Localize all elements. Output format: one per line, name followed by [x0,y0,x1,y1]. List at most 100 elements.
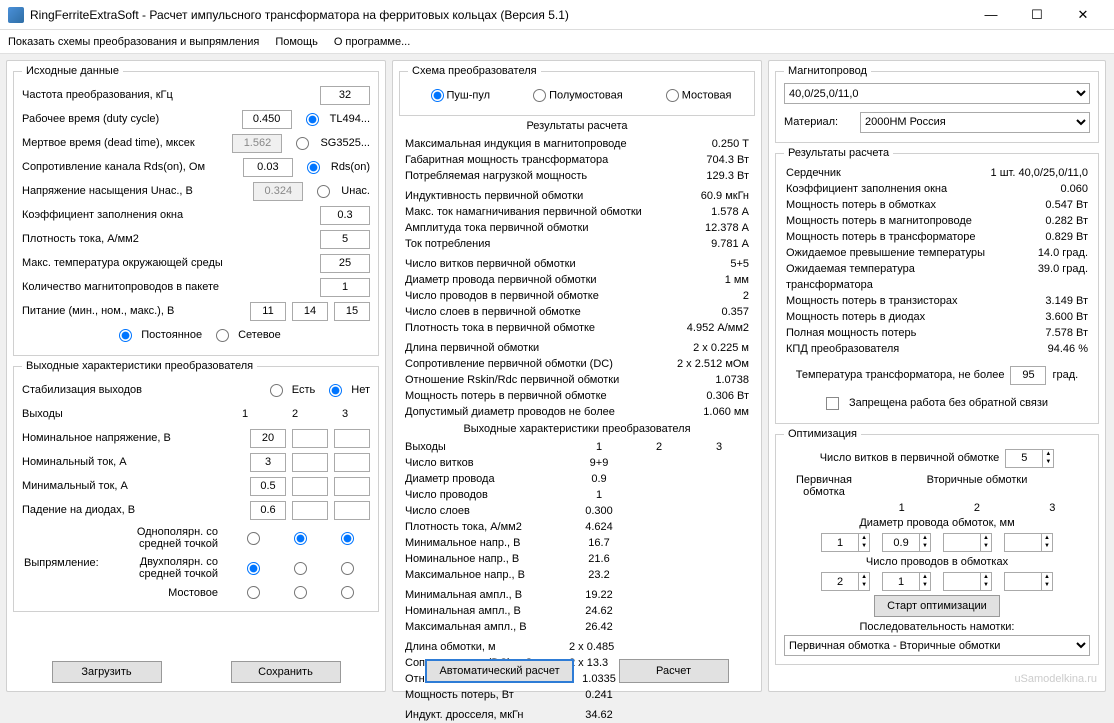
rect1-2[interactable] [294,532,307,545]
dead-radio-sg3525[interactable] [296,137,309,150]
usat-label: Напряжение насыщения Uнас., В [22,185,247,197]
menu-schemes[interactable]: Показать схемы преобразования и выпрямле… [8,36,259,48]
n0-spin[interactable]: ▲▼ [821,572,870,591]
tmax-label: Макс. температура окружающей среды [22,257,314,269]
save-button[interactable]: Сохранить [231,661,341,683]
maximize-button[interactable]: ☐ [1014,0,1060,30]
duty-radio-tl494[interactable] [306,113,319,126]
calc-button[interactable]: Расчет [619,659,729,683]
right-panel: Магнитопровод 40,0/25,0/11,0 Материал:20… [768,60,1106,692]
pmin-input[interactable] [250,302,286,321]
vnom2-input[interactable] [292,429,328,448]
rds-input[interactable] [243,158,293,177]
left-panel: Исходные данные Частота преобразования, … [6,60,386,692]
ptype-dc-radio[interactable] [119,329,132,342]
tmax-input[interactable] [320,254,370,273]
inom1-input[interactable] [250,453,286,472]
outs-label: Выходы [22,408,214,420]
start-opt-button[interactable]: Старт оптимизации [874,595,1000,617]
vdrop2-input[interactable] [292,501,328,520]
scheme-halfbridge[interactable] [533,89,546,102]
vnom3-input[interactable] [334,429,370,448]
vdrop3-input[interactable] [334,501,370,520]
rect3-2[interactable] [294,586,307,599]
ncore-input[interactable] [320,278,370,297]
rect2-3[interactable] [341,562,354,575]
d0-spin[interactable]: ▲▼ [821,533,870,552]
pnom-input[interactable] [292,302,328,321]
rect2-2[interactable] [294,562,307,575]
minimize-button[interactable]: — [968,0,1014,30]
pmax-input[interactable] [334,302,370,321]
load-button[interactable]: Загрузить [52,661,162,683]
usat-radio[interactable] [317,185,330,198]
stab-no-radio[interactable] [329,384,342,397]
menu-help[interactable]: Помощь [275,36,318,48]
scheme-pushpull[interactable] [431,89,444,102]
jcur-input[interactable] [320,230,370,249]
core-material-select[interactable]: 2000НМ Россия [860,112,1090,133]
inom2-input[interactable] [292,453,328,472]
tmax-trans-input[interactable] [1010,366,1046,385]
outchar-title: Выходные характеристики преобразователя [22,360,257,372]
dead-label: Мертвое время (dead time), мксек [22,137,226,149]
core-size-select[interactable]: 40,0/25,0/11,0 [784,83,1090,104]
kfill-label: Коэффициент заполнения окна [22,209,314,221]
rds-label: Сопротивление канала Rds(on), Ом [22,161,237,173]
dead-input [232,134,282,153]
duty-input[interactable] [242,110,292,129]
vdrop1-input[interactable] [250,501,286,520]
menu-about[interactable]: О программе... [334,36,410,48]
n1-spin[interactable]: ▲▼ [882,572,931,591]
n3-spin[interactable]: ▲▼ [1004,572,1053,591]
nofb-checkbox[interactable] [826,397,839,410]
autocalc-button[interactable]: Автоматический расчет [425,659,573,683]
imin1-input[interactable] [250,477,286,496]
titlebar: RingFerriteExtraSoft - Расчет импульсног… [0,0,1114,30]
rect1-3[interactable] [341,532,354,545]
rect3-1[interactable] [247,586,260,599]
watermark: uSamodelkina.ru [1014,673,1097,685]
imin3-input[interactable] [334,477,370,496]
jcur-label: Плотность тока, А/мм2 [22,233,314,245]
stab-yes-radio[interactable] [270,384,283,397]
outchar-group: Выходные характеристики преобразователя … [13,360,379,612]
input-group: Исходные данные Частота преобразования, … [13,65,379,356]
n2-spin[interactable]: ▲▼ [943,572,992,591]
rect1-1[interactable] [247,532,260,545]
seq-select[interactable]: Первичная обмотка - Вторичные обмотки [784,635,1090,656]
rect-table: Выпрямление: Однополярн. со средней точк… [22,522,370,603]
menubar: Показать схемы преобразования и выпрямле… [0,30,1114,54]
freq-label: Частота преобразования, кГц [22,89,314,101]
ncore-label: Количество магнитопроводов в пакете [22,281,314,293]
app-icon [8,7,24,23]
stab-label: Стабилизация выходов [22,384,256,396]
duty-label: Рабочее время (duty cycle) [22,113,236,125]
opt-group: Оптимизация Число витков в первичной обм… [775,428,1099,665]
inom3-input[interactable] [334,453,370,472]
usat-input [253,182,303,201]
rect3-3[interactable] [341,586,354,599]
freq-input[interactable] [320,86,370,105]
window-title: RingFerriteExtraSoft - Расчет импульсног… [30,8,968,22]
rres-group: Результаты расчета Сердечник1 шт. 40,0/2… [775,147,1099,424]
rect2-1[interactable] [247,562,260,575]
core-group: Магнитопровод 40,0/25,0/11,0 Материал:20… [775,65,1099,143]
ptype-ac-radio[interactable] [216,329,229,342]
scheme-group: Схема преобразователя Пуш-пул Полумостов… [399,65,755,116]
d2-spin[interactable]: ▲▼ [943,533,992,552]
kfill-input[interactable] [320,206,370,225]
power-label: Питание (мин., ном., макс.), В [22,305,244,317]
outres-title: Выходные характеристики преобразователя [403,423,751,435]
center-panel: Схема преобразователя Пуш-пул Полумостов… [392,60,762,692]
scheme-bridge[interactable] [666,89,679,102]
close-button[interactable]: ✕ [1060,0,1106,30]
input-title: Исходные данные [22,65,123,77]
d3-spin[interactable]: ▲▼ [1004,533,1053,552]
rds-radio[interactable] [307,161,320,174]
d1-spin[interactable]: ▲▼ [882,533,931,552]
imin2-input[interactable] [292,477,328,496]
results-title: Результаты расчета [403,120,751,132]
vnom1-input[interactable] [250,429,286,448]
nprim-spin[interactable]: ▲▼ [1005,449,1054,468]
